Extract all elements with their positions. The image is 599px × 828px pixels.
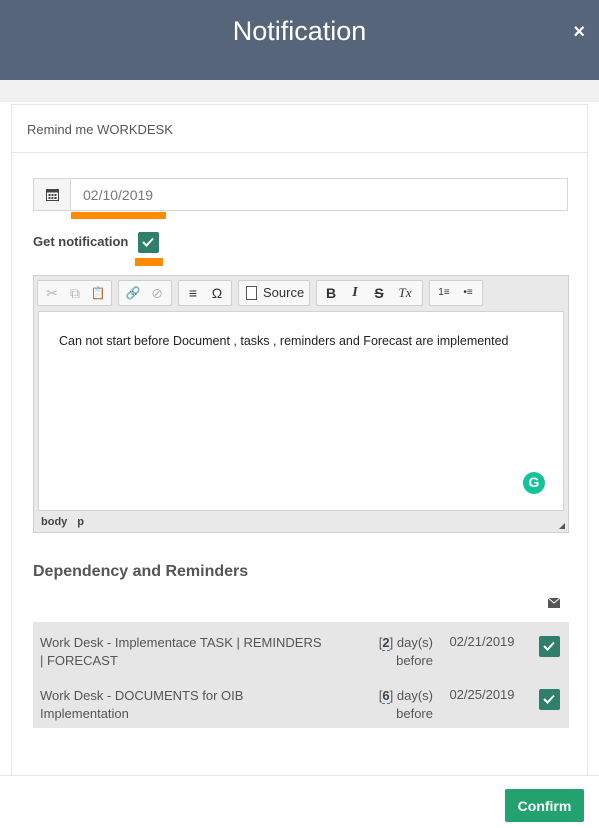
- calendar-icon[interactable]: [34, 179, 71, 210]
- days-suffix: before: [396, 653, 433, 668]
- reminder-date: 02/25/2019: [449, 687, 515, 702]
- table-row: Work Desk - Implementace TASK | REMINDER…: [33, 622, 569, 675]
- cut-icon[interactable]: ✂: [41, 283, 63, 303]
- dependency-name: Work Desk - Implementace TASK | REMINDER…: [40, 634, 340, 670]
- source-doc-icon: [246, 286, 257, 300]
- date-input[interactable]: [74, 179, 564, 210]
- list-group: 1≡ •≡: [429, 280, 483, 306]
- path-body[interactable]: body: [41, 516, 67, 528]
- unlink-icon[interactable]: ⊘: [146, 283, 168, 303]
- get-notification-label: Get notification: [33, 234, 129, 249]
- envelope-icon: [548, 598, 560, 608]
- link-group: 🔗 ⊘: [118, 280, 172, 306]
- dependency-name: Work Desk - DOCUMENTS for OIB Implementa…: [40, 687, 340, 723]
- days-before: [6] day(s) before: [378, 688, 433, 721]
- body-topbar: [0, 80, 599, 102]
- source-group: Source: [238, 280, 310, 306]
- path-p[interactable]: p: [77, 516, 84, 528]
- paste-icon[interactable]: 📋: [87, 283, 109, 303]
- dependency-name-line: Work Desk - DOCUMENTS for OIB: [40, 688, 244, 703]
- table-row: Work Desk - DOCUMENTS for OIB Implementa…: [33, 675, 569, 728]
- modal-header: Notification ×: [0, 0, 599, 80]
- confirm-button[interactable]: Confirm: [505, 789, 584, 822]
- reminder-date: 02/21/2019: [449, 634, 515, 649]
- days-before: [2] day(s) before: [378, 635, 433, 668]
- strikethrough-icon[interactable]: S: [368, 283, 390, 303]
- days-unit: day(s): [396, 635, 433, 650]
- editor-content-area[interactable]: Can not start before Document , tasks , …: [38, 311, 564, 511]
- resize-handle[interactable]: [559, 523, 565, 529]
- bullet-list-icon[interactable]: •≡: [457, 283, 479, 303]
- modal-footer: Confirm: [0, 775, 599, 828]
- modal-body: Remind me WORKDESK Get notification ✂ ⧉: [0, 80, 599, 775]
- italic-icon[interactable]: I: [344, 283, 366, 303]
- link-icon[interactable]: 🔗: [122, 283, 144, 303]
- dependency-name-line: Work Desk - Implementace TASK | REMINDER…: [40, 635, 322, 650]
- days-unit: day(s): [396, 688, 433, 703]
- rich-text-editor: ✂ ⧉ 📋 🔗 ⊘ ≡ Ω Source B I S Tx 1≡ •≡ Can …: [33, 275, 569, 533]
- close-button[interactable]: ×: [573, 20, 585, 44]
- bold-icon[interactable]: B: [320, 283, 342, 303]
- email-checkbox[interactable]: [539, 689, 560, 710]
- special-char-icon[interactable]: Ω: [206, 283, 228, 303]
- element-path: body p: [41, 516, 94, 528]
- numbered-list-icon[interactable]: 1≡: [433, 283, 455, 303]
- copy-icon[interactable]: ⧉: [64, 283, 86, 303]
- format-group: B I S Tx: [316, 280, 423, 306]
- source-label: Source: [263, 285, 305, 300]
- get-notification-checkbox[interactable]: [138, 232, 159, 253]
- horizontal-line-icon[interactable]: ≡: [182, 283, 204, 303]
- days-value[interactable]: 6: [382, 688, 390, 704]
- reminder-panel: Remind me WORKDESK Get notification ✂ ⧉: [11, 104, 588, 775]
- dependency-title: Dependency and Reminders: [33, 563, 249, 580]
- insert-group: ≡ Ω: [178, 280, 232, 306]
- checkbox-highlight: [135, 258, 163, 266]
- days-value[interactable]: 2: [382, 635, 390, 651]
- grammarly-letter: G: [528, 474, 540, 490]
- editor-content: Can not start before Document , tasks , …: [59, 334, 509, 348]
- email-checkbox[interactable]: [539, 636, 560, 657]
- clipboard-group: ✂ ⧉ 📋: [37, 280, 112, 306]
- date-input-group: [33, 178, 568, 211]
- dependency-name-line: | FORECAST: [40, 653, 118, 668]
- panel-heading: Remind me WORKDESK: [12, 105, 587, 153]
- dependency-table: Work Desk - Implementace TASK | REMINDER…: [33, 622, 569, 728]
- dependency-name-line: Implementation: [40, 706, 129, 721]
- source-button[interactable]: Source: [242, 283, 304, 303]
- remove-format-icon[interactable]: Tx: [394, 283, 416, 303]
- date-highlight: [71, 212, 166, 219]
- modal-title: Notification: [232, 16, 367, 46]
- panel-heading-text: Remind me WORKDESK: [27, 122, 173, 137]
- grammarly-icon[interactable]: G: [523, 472, 545, 494]
- days-suffix: before: [396, 706, 433, 721]
